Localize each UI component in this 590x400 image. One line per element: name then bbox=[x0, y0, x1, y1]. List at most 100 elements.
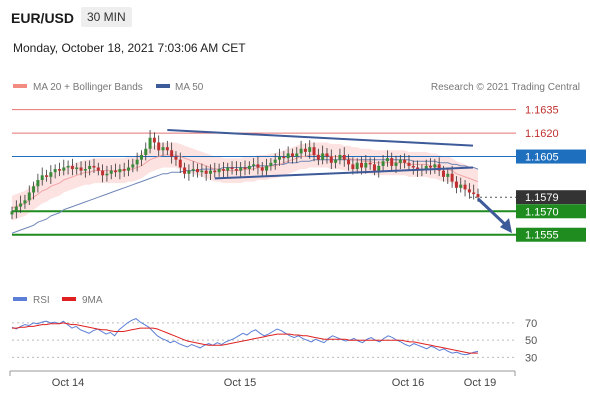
candle-body bbox=[282, 156, 286, 159]
candle-body bbox=[96, 167, 100, 171]
candle-body bbox=[265, 165, 269, 171]
candle-body bbox=[355, 162, 359, 170]
candle-body bbox=[221, 169, 225, 171]
candle-body bbox=[286, 153, 290, 159]
level-label-resistance: 1.1620 bbox=[525, 128, 559, 140]
interval-badge[interactable]: 30 MIN bbox=[81, 7, 132, 27]
candle-body bbox=[187, 170, 191, 174]
rsi-series-rsi bbox=[11, 318, 479, 356]
candle-body bbox=[385, 158, 389, 162]
candle-body bbox=[200, 170, 204, 173]
candle-body bbox=[256, 164, 260, 168]
candle-body bbox=[252, 164, 256, 166]
x-axis-label: Oct 15 bbox=[224, 377, 256, 389]
candle-body bbox=[407, 162, 411, 166]
candle-body bbox=[390, 158, 394, 166]
level-label-support: 1.1570 bbox=[525, 206, 559, 218]
candle-body bbox=[467, 189, 471, 193]
candle-body bbox=[183, 167, 187, 174]
candle-body bbox=[161, 147, 165, 151]
candle-body bbox=[303, 148, 307, 152]
candle-body bbox=[247, 165, 251, 170]
candle-body bbox=[269, 162, 273, 166]
candle-body bbox=[105, 173, 109, 176]
candle-body bbox=[208, 170, 212, 174]
legend-label-ma20: MA 20 + Bollinger Bands bbox=[33, 82, 143, 93]
candle-body bbox=[381, 161, 385, 166]
candle-body bbox=[40, 175, 44, 180]
candle-body bbox=[217, 169, 221, 173]
legend-swatch-ma20 bbox=[13, 84, 27, 88]
candle-body bbox=[273, 159, 277, 163]
candle-body bbox=[70, 165, 74, 170]
candle-body bbox=[127, 167, 130, 171]
candle-body bbox=[316, 154, 320, 160]
legend-label-ma50: MA 50 bbox=[175, 82, 204, 93]
chart-area: MA 20 + Bollinger Bands MA 50 Research ©… bbox=[0, 66, 590, 400]
candle-body bbox=[463, 184, 467, 190]
candle-body bbox=[204, 170, 208, 174]
candle-body bbox=[398, 159, 402, 163]
candle-body bbox=[196, 169, 200, 173]
x-axis-label: Oct 16 bbox=[392, 377, 424, 389]
legend: MA 20 + Bollinger Bands MA 50 Research ©… bbox=[13, 82, 580, 93]
instrument-symbol: EUR/USD bbox=[11, 10, 75, 26]
candle-body bbox=[27, 192, 31, 201]
level-label-support: 1.1555 bbox=[525, 230, 559, 242]
candle-body bbox=[226, 167, 230, 171]
price-chart-svg: MA 20 + Bollinger Bands MA 50 Research ©… bbox=[9, 82, 586, 389]
candle-body bbox=[79, 167, 83, 171]
candle-body bbox=[157, 142, 161, 151]
candle-body bbox=[230, 167, 234, 170]
credit-text: Research © 2021 Trading Central bbox=[431, 82, 580, 93]
x-axis: Oct 14 Oct 15 Oct 16 Oct 19 bbox=[9, 370, 516, 389]
candle-body bbox=[290, 153, 294, 157]
candle-body bbox=[234, 169, 238, 171]
candle-body bbox=[101, 170, 105, 176]
candle-body bbox=[118, 169, 122, 173]
candle-body bbox=[62, 167, 66, 171]
legend-label-rsi: RSI bbox=[33, 295, 50, 306]
candle-body bbox=[92, 165, 96, 168]
candle-body bbox=[342, 154, 346, 160]
level-label-resistance: 1.1635 bbox=[525, 105, 559, 117]
candle-body bbox=[83, 169, 87, 171]
chart-header: EUR/USD 30 MIN bbox=[0, 0, 590, 38]
candle-body bbox=[368, 162, 372, 165]
rsi-tick-label: 70 bbox=[525, 318, 537, 330]
forecast-arrow-shaft bbox=[476, 197, 509, 228]
candle-body bbox=[411, 165, 415, 168]
candle-body bbox=[165, 147, 169, 151]
candle-body bbox=[364, 162, 368, 168]
candle-body bbox=[325, 153, 329, 157]
candle-body bbox=[338, 154, 342, 160]
candle-body bbox=[433, 164, 437, 168]
candle-body bbox=[45, 175, 49, 177]
candle-body bbox=[377, 165, 381, 171]
candle-body bbox=[429, 165, 433, 168]
candle-body bbox=[441, 170, 445, 177]
candle-body bbox=[174, 156, 178, 160]
candle-body bbox=[213, 170, 217, 173]
candle-body bbox=[122, 169, 126, 171]
x-axis-label: Oct 19 bbox=[464, 377, 496, 389]
candle-body bbox=[446, 173, 450, 177]
candle-body bbox=[32, 186, 36, 193]
candle-body bbox=[88, 165, 92, 170]
candle-body bbox=[178, 159, 182, 168]
candle-body bbox=[403, 159, 407, 163]
candle-body bbox=[23, 200, 27, 204]
candle-body bbox=[476, 194, 480, 198]
candle-body bbox=[19, 203, 23, 207]
candle-body bbox=[36, 180, 40, 187]
candle-body bbox=[347, 159, 351, 165]
legend-swatch-9ma bbox=[62, 297, 76, 301]
bollinger-band bbox=[12, 142, 478, 221]
price-plot: 1.1635 1.1620 1.1605 1.1579 1.1570 1.1555 bbox=[10, 105, 586, 242]
legend-swatch-rsi bbox=[13, 297, 27, 301]
candle-body bbox=[109, 170, 113, 174]
candle-body bbox=[10, 211, 14, 215]
candle-body bbox=[57, 169, 61, 171]
candle-body bbox=[260, 167, 264, 171]
candle-body bbox=[351, 164, 355, 170]
